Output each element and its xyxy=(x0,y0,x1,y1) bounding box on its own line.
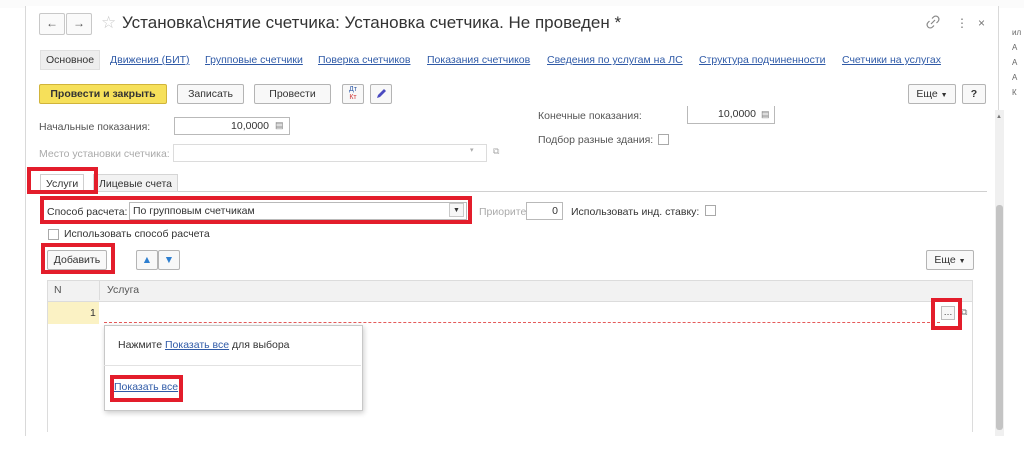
link-icon[interactable] xyxy=(926,15,940,32)
forward-button[interactable]: → xyxy=(66,13,92,35)
tab-personal-accounts[interactable]: Лицевые счета xyxy=(93,174,178,192)
place-input[interactable] xyxy=(173,144,487,162)
highlight-show-all xyxy=(110,375,183,402)
more-label: Еще xyxy=(916,88,938,100)
place-label: Место установки счетчика: xyxy=(39,148,170,160)
more-button[interactable]: Еще ▼ xyxy=(908,84,956,104)
highlight-calc-method xyxy=(40,196,472,224)
table-left-border xyxy=(47,280,48,432)
arrow-left-icon: ← xyxy=(46,16,58,30)
final-readings-label: Конечные показания: xyxy=(538,110,642,122)
chevron-down-icon-3: ▼ xyxy=(958,258,966,265)
save-button[interactable]: Записать xyxy=(177,84,244,104)
calculator-icon[interactable]: ▤ xyxy=(761,109,770,120)
tab-meter-readings[interactable]: Показания счетчиков xyxy=(427,53,530,67)
dtkt-button[interactable]: Дт Кт xyxy=(342,84,364,104)
use-method-label: Использовать способ расчета xyxy=(64,228,210,240)
calculator-icon-2[interactable]: ▤ xyxy=(275,120,284,131)
service-input[interactable] xyxy=(104,302,940,323)
kt-label: Кт xyxy=(349,94,357,101)
use-method-checkbox[interactable] xyxy=(48,229,59,240)
side-text-2: А xyxy=(1012,43,1018,52)
arrow-right-icon: → xyxy=(73,16,85,30)
pencil-icon xyxy=(377,89,386,98)
priority-input[interactable]: 0 xyxy=(526,202,563,220)
column-service: Услуга xyxy=(107,284,140,296)
arrow-up-icon: ▲ xyxy=(141,254,153,266)
highlight-ellipsis xyxy=(931,298,962,330)
close-icon[interactable]: × xyxy=(978,13,985,33)
back-button[interactable]: ← xyxy=(39,13,65,35)
column-n: N xyxy=(54,284,62,296)
dropdown-icon[interactable]: ▾ xyxy=(470,146,474,154)
move-down-button[interactable]: ▼ xyxy=(158,250,180,270)
buildings-label: Подбор разные здания: xyxy=(538,134,654,146)
tab-meters-on-services[interactable]: Счетчики на услугах xyxy=(842,53,941,67)
show-all-link[interactable]: Показать все xyxy=(165,339,229,351)
tab-meter-verification[interactable]: Поверка счетчиков xyxy=(318,53,410,67)
column-divider xyxy=(99,280,100,300)
scrollbar-thumb[interactable] xyxy=(996,205,1003,430)
window-title: Установка\снятие счетчика: Установка сче… xyxy=(122,13,622,32)
initial-readings-label: Начальные показания: xyxy=(39,121,151,133)
more-vertical-icon[interactable]: ⋮ xyxy=(956,13,968,33)
side-text-5: К xyxy=(1012,88,1017,97)
open-icon[interactable]: ⧉ xyxy=(493,146,499,157)
table-more-label: Еще xyxy=(934,254,956,266)
ind-rate-label: Использовать инд. ставку: xyxy=(571,206,700,218)
scroll-up-icon[interactable]: ▲ xyxy=(996,114,1002,120)
chevron-down-icon: ▼ xyxy=(940,92,948,99)
side-text-1: ил xyxy=(1012,28,1022,37)
help-button[interactable]: ? xyxy=(962,84,986,104)
popup-suffix: для выбора xyxy=(229,339,290,351)
post-button[interactable]: Провести xyxy=(254,84,331,104)
table-right-border xyxy=(972,280,973,432)
table-header xyxy=(47,280,972,302)
move-up-button[interactable]: ▲ xyxy=(136,250,158,270)
popup-prefix: Нажмите xyxy=(118,339,165,351)
ind-rate-checkbox[interactable] xyxy=(705,205,716,216)
star-icon[interactable]: ☆ xyxy=(101,13,116,33)
side-text-4: А xyxy=(1012,73,1018,82)
highlight-services-tab xyxy=(27,167,98,194)
arrow-down-icon: ▼ xyxy=(163,254,175,266)
post-and-close-button[interactable]: Провести и закрыть xyxy=(39,84,167,104)
popup-divider xyxy=(104,365,361,366)
tab-main[interactable]: Основное xyxy=(40,50,101,70)
initial-readings-input[interactable]: 10,0000 xyxy=(174,117,290,135)
tab-subordination[interactable]: Структура подчиненности xyxy=(699,53,826,67)
popup-hint: Нажмите Показать все для выбора xyxy=(118,339,290,351)
tab-services-info[interactable]: Сведения по услугам на ЛС xyxy=(547,53,683,67)
table-more-button[interactable]: Еще ▼ xyxy=(926,250,974,270)
dt-label: Дт xyxy=(349,86,357,93)
tab-movements[interactable]: Движения (БИТ) xyxy=(110,53,190,67)
highlight-add-button xyxy=(41,243,115,274)
buildings-checkbox[interactable] xyxy=(658,134,669,145)
tab-group-meters[interactable]: Групповые счетчики xyxy=(205,53,303,67)
row-number: 1 xyxy=(90,307,96,319)
side-text-3: А xyxy=(1012,58,1018,67)
pencil-button[interactable] xyxy=(370,84,392,104)
